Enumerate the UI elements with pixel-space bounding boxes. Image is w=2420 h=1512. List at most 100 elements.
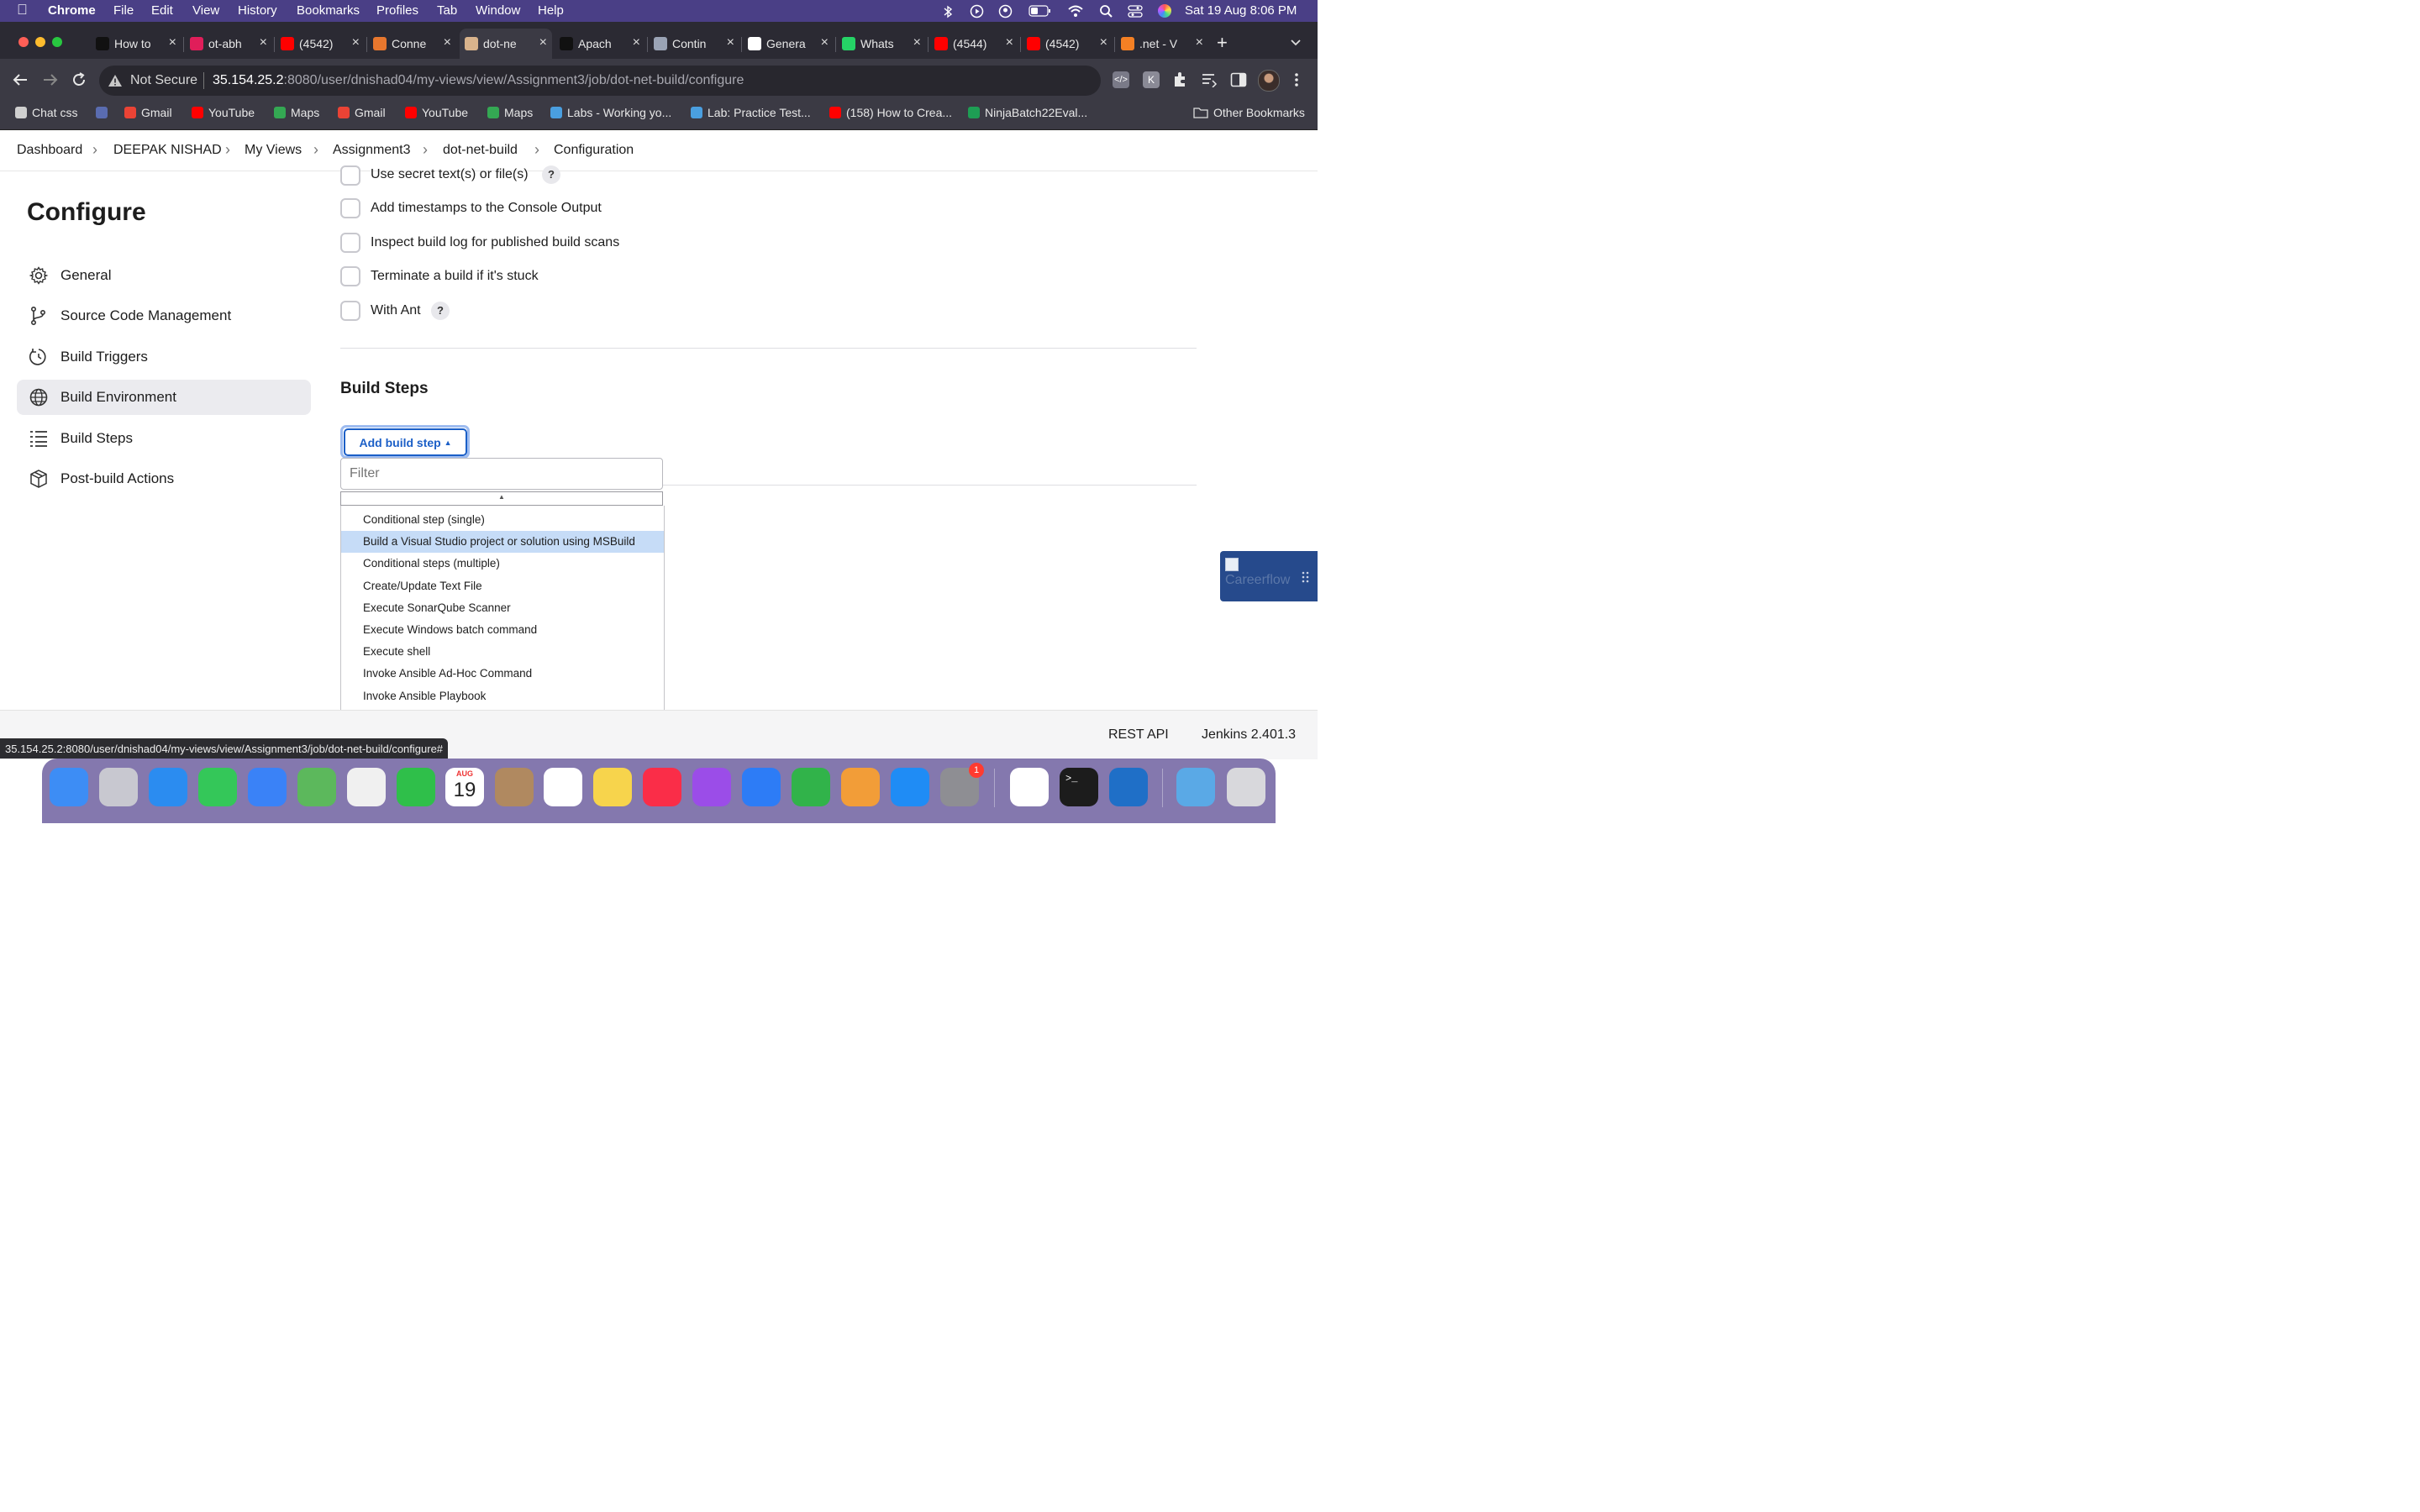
app-store-icon[interactable] (891, 768, 929, 806)
bookmark-item[interactable]: Labs - Working yo... (550, 106, 671, 119)
sidebar-item-build-steps[interactable]: Build Steps (17, 421, 311, 456)
tab-close-icon[interactable]: × (1006, 35, 1013, 50)
sidebar-item-source-code-management[interactable]: Source Code Management (17, 298, 311, 333)
menu-edit[interactable]: Edit (151, 3, 173, 18)
battery-icon[interactable] (1028, 5, 1052, 17)
menu-help[interactable]: Help (538, 3, 564, 18)
bookmark-item[interactable]: (158) How to Crea... (829, 106, 952, 119)
menu-window[interactable]: Window (476, 3, 520, 18)
breadcrumb-dashboard[interactable]: Dashboard (17, 143, 82, 158)
spotlight-search-icon[interactable] (1099, 4, 1113, 18)
music-icon[interactable] (643, 768, 681, 806)
tab-search-chevron-icon[interactable] (1290, 39, 1302, 47)
menu-clock[interactable]: Sat 19 Aug 8:06 PM (1185, 3, 1297, 18)
user-circle-icon[interactable] (998, 4, 1013, 18)
browser-tab[interactable]: Conne × (368, 29, 456, 59)
reading-list-icon[interactable] (1201, 72, 1218, 87)
rest-api-link[interactable]: REST API (1108, 727, 1169, 743)
vscode-icon[interactable] (1109, 768, 1148, 806)
siri-icon[interactable] (1158, 4, 1171, 18)
build-step-option[interactable]: Create/Update Text File (341, 575, 664, 597)
build-step-option[interactable]: Execute Windows batch command (341, 619, 664, 641)
menu-bookmarks[interactable]: Bookmarks (297, 3, 360, 18)
bookmark-item[interactable]: Lab: Practice Test... (691, 106, 811, 119)
breadcrumb-job[interactable]: dot-net-build (443, 143, 518, 158)
play-circle-icon[interactable] (970, 4, 984, 18)
bookmark-ninja-icon[interactable] (96, 106, 113, 119)
sidebar-item-general[interactable]: General (17, 258, 311, 293)
url-text[interactable]: 35.154.25.2:8080/user/dnishad04/my-views… (213, 73, 744, 88)
browser-tab[interactable]: ot-abh × (185, 29, 272, 59)
jenkins-version-link[interactable]: Jenkins 2.401.3 (1202, 727, 1296, 743)
mail-icon[interactable] (248, 768, 287, 806)
build-step-option[interactable]: Conditional step (single) (341, 509, 664, 531)
tab-close-icon[interactable]: × (539, 35, 547, 50)
bluetooth-icon[interactable] (941, 5, 955, 18)
build-step-option[interactable]: Invoke Ansible Playbook (341, 685, 664, 707)
messages-icon[interactable] (198, 768, 237, 806)
sidebar-item-build-environment[interactable]: Build Environment (17, 380, 311, 415)
filter-input[interactable] (340, 458, 663, 490)
reminders-icon[interactable] (544, 768, 582, 806)
build-step-option[interactable]: Execute SonarQube Scanner (341, 597, 664, 619)
build-step-option[interactable]: Build a Visual Studio project or solutio… (341, 531, 664, 554)
maps-icon[interactable] (297, 768, 336, 806)
tab-close-icon[interactable]: × (633, 35, 640, 50)
tab-close-icon[interactable]: × (913, 35, 921, 50)
checkbox-use-secret[interactable] (340, 165, 360, 186)
bookmark-item[interactable]: YouTube (192, 106, 255, 119)
system-settings-icon[interactable]: 1 (940, 763, 984, 806)
notes-icon[interactable] (593, 768, 632, 806)
build-step-option[interactable]: Execute shell (341, 641, 664, 663)
breadcrumb-configuration[interactable]: Configuration (554, 143, 634, 158)
side-panel-icon[interactable] (1230, 72, 1247, 87)
not-secure-label[interactable]: Not Secure (130, 73, 197, 88)
checkbox-inspect-build-log[interactable] (340, 233, 360, 253)
finder-icon[interactable] (50, 768, 88, 806)
browser-tab[interactable]: Apach × (555, 29, 645, 59)
menu-app-name[interactable]: Chrome (48, 3, 96, 18)
profile-avatar[interactable] (1258, 70, 1280, 92)
tab-close-icon[interactable]: × (260, 35, 267, 50)
wifi-icon[interactable] (1067, 4, 1084, 18)
tab-close-icon[interactable]: × (169, 35, 176, 50)
numbers-icon[interactable] (792, 768, 830, 806)
tab-close-icon[interactable]: × (352, 35, 360, 50)
drag-handle-icon[interactable] (1302, 571, 1310, 583)
launchpad-icon[interactable] (99, 768, 138, 806)
build-step-option[interactable]: Conditional steps (multiple) (341, 553, 664, 575)
window-zoom-icon[interactable] (52, 37, 62, 47)
browser-tab[interactable]: .net - V × (1116, 29, 1208, 59)
breadcrumb-my-views[interactable]: My Views (245, 143, 302, 158)
bookmark-item[interactable]: Gmail (124, 106, 172, 119)
facetime-icon[interactable] (397, 768, 435, 806)
breadcrumb-user[interactable]: DEEPAK NISHAD (113, 143, 222, 158)
menu-history[interactable]: History (238, 3, 277, 18)
contacts-icon[interactable] (495, 768, 534, 806)
sidebar-item-post-build-actions[interactable]: Post-build Actions (17, 461, 311, 496)
tab-close-icon[interactable]: × (1196, 35, 1203, 50)
browser-tab[interactable]: Contin × (649, 29, 739, 59)
tab-close-icon[interactable]: × (444, 35, 451, 50)
k-extension-icon[interactable]: K (1143, 71, 1160, 88)
keynote-icon[interactable] (742, 768, 781, 806)
menu-profiles[interactable]: Profiles (376, 3, 418, 18)
reload-icon[interactable] (71, 71, 87, 88)
checkbox-terminate-stuck[interactable] (340, 266, 360, 286)
chrome-menu-icon[interactable] (1292, 71, 1301, 88)
menu-tab[interactable]: Tab (437, 3, 457, 18)
other-bookmarks[interactable]: Other Bookmarks (1193, 106, 1305, 119)
tab-close-icon[interactable]: × (727, 35, 734, 50)
tab-close-icon[interactable]: × (1100, 35, 1107, 50)
bookmark-item[interactable]: Gmail (338, 106, 386, 119)
control-center-icon[interactable] (1128, 4, 1143, 18)
tab-close-icon[interactable]: × (821, 35, 829, 50)
photos-icon[interactable] (347, 768, 386, 806)
bookmark-item[interactable]: YouTube (405, 106, 468, 119)
window-close-icon[interactable] (18, 37, 29, 47)
help-icon[interactable]: ? (431, 302, 450, 320)
menu-file[interactable]: File (113, 3, 134, 18)
extensions-puzzle-icon[interactable] (1171, 71, 1188, 88)
new-tab-icon[interactable]: + (1217, 32, 1228, 54)
breadcrumb-view[interactable]: Assignment3 (333, 143, 411, 158)
